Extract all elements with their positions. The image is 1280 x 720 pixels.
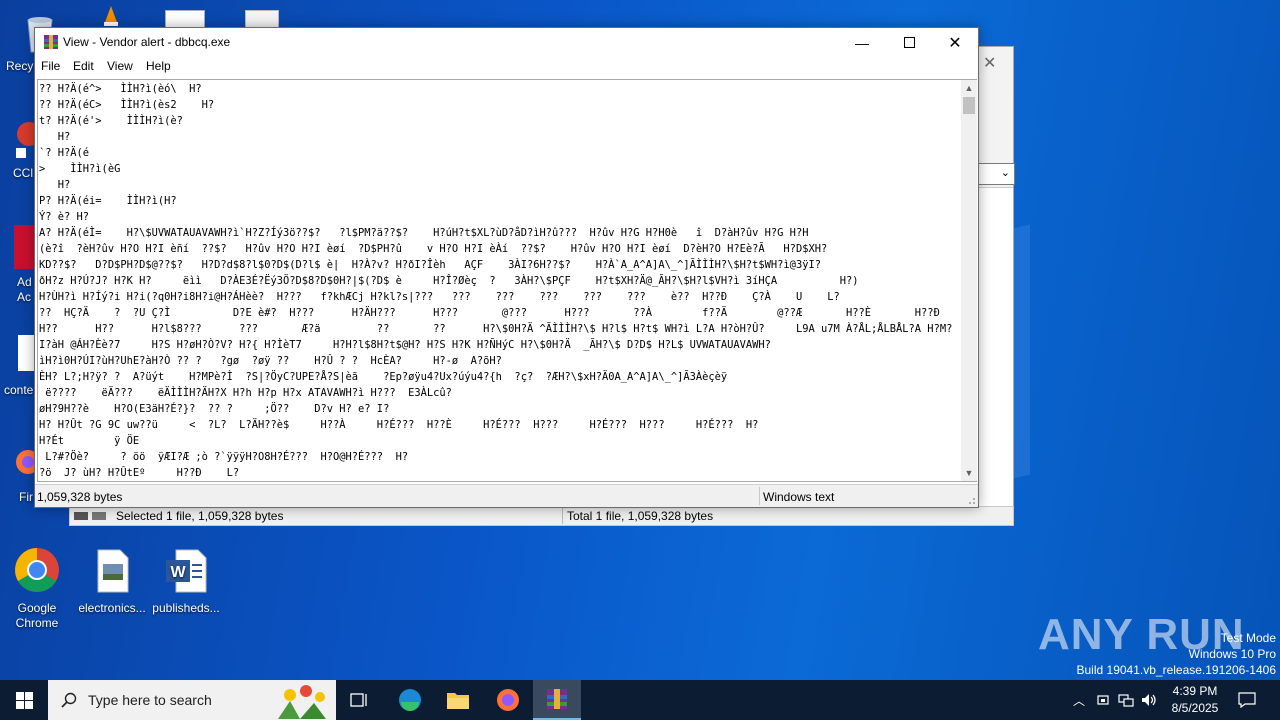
text-view-area[interactable]: ?? H?Ä(é^> ÌÌH?ì(èó\ H? ?? H?Ä(éC> ÌÌH?ì… (37, 79, 963, 482)
scroll-down-arrow-icon[interactable]: ▼ (961, 465, 977, 481)
conte-label: conte (4, 383, 34, 397)
menu-view[interactable]: View (107, 59, 133, 73)
windows-edition-line: Windows 10 Pro (1188, 647, 1276, 661)
window-title: View - Vendor alert - dbbcq.exe (63, 35, 231, 49)
file-size-text: 1,059,328 bytes (37, 490, 123, 504)
word-document-icon: W (166, 549, 207, 593)
volume-button[interactable] (1138, 680, 1160, 720)
resize-grip-icon[interactable] (966, 495, 976, 505)
test-mode-line: Test Mode (1220, 631, 1276, 645)
firefox-icon (497, 689, 519, 711)
taskbar-edge-button[interactable] (386, 680, 434, 720)
windows-logo-icon (15, 691, 33, 709)
usb-device-icon (1097, 695, 1109, 705)
menu-edit[interactable]: Edit (73, 59, 94, 73)
taskbar-firefox-button[interactable] (484, 680, 532, 720)
total-files-text: Total 1 file, 1,059,328 bytes (567, 509, 714, 523)
vlc-icon[interactable] (100, 5, 122, 27)
electronics-file-shortcut[interactable]: electronics... (72, 546, 152, 616)
menu-bar: File Edit View Help (35, 57, 978, 77)
search-placeholder: Type here to search (88, 692, 212, 708)
background-status-bar: Selected 1 file, 1,059,328 bytes Total 1… (69, 506, 1014, 526)
maximize-icon (903, 37, 915, 48)
svg-text:W: W (170, 564, 186, 581)
close-icon: ✕ (948, 34, 962, 52)
search-icon (61, 692, 77, 708)
firefox-desktop-label: Fir (19, 490, 33, 504)
search-highlight-flowers-icon (278, 685, 326, 719)
taskbar-clock[interactable]: 4:39 PM 8/5/2025 (1160, 683, 1230, 717)
taskbar-winrar-button[interactable] (533, 680, 581, 720)
notification-icon (1238, 692, 1256, 708)
google-chrome-shortcut[interactable]: Google Chrome (0, 546, 77, 631)
show-hidden-icons-button[interactable]: ︿ (1068, 680, 1090, 720)
build-line: Build 19041.vb_release.191206-1406 (1076, 663, 1277, 677)
taskbar-file-explorer-button[interactable] (434, 680, 482, 720)
clock-date: 8/5/2025 (1171, 701, 1219, 715)
chrome-icon (15, 548, 59, 592)
file-content-text: ?? H?Ä(é^> ÌÌH?ì(èó\ H? ?? H?Ä(éC> ÌÌH?ì… (39, 83, 953, 479)
speaker-icon (1142, 694, 1156, 706)
minimize-icon: — (855, 34, 869, 51)
word-doc-icon-top[interactable] (165, 10, 205, 28)
task-view-icon (350, 693, 367, 707)
taskbar: Type here to search ︿ 4:39 PM 8/5/2025 (0, 680, 1280, 720)
recycle-bin-label: Recy (6, 59, 34, 73)
task-view-button[interactable] (336, 680, 384, 720)
doc-icon-top[interactable] (245, 10, 279, 28)
tray-device-button[interactable] (1092, 680, 1114, 720)
network-icon (1118, 694, 1134, 707)
maximize-button[interactable] (886, 28, 932, 57)
close-button[interactable]: ✕ (932, 28, 978, 57)
folder-icon (447, 693, 469, 709)
minimize-button[interactable]: — (839, 28, 885, 57)
notifications-button[interactable] (1234, 680, 1260, 720)
encoding-text: Windows text (763, 490, 835, 504)
selected-files-text: Selected 1 file, 1,059,328 bytes (116, 509, 284, 523)
status-bar: 1,059,328 bytes Windows text (35, 484, 978, 507)
menu-help[interactable]: Help (146, 59, 171, 73)
image-file-icon (97, 549, 129, 593)
chevron-down-icon: ⌄ (1000, 167, 1010, 179)
taskbar-search-box[interactable]: Type here to search (48, 680, 336, 720)
vertical-scrollbar[interactable]: ▲ ▼ (961, 79, 977, 482)
chevron-up-icon: ︿ (1072, 693, 1085, 708)
network-button[interactable] (1115, 680, 1137, 720)
chrome-label: Google Chrome (15, 601, 59, 630)
winrar-app-icon (44, 35, 58, 49)
electronics-label: electronics... (78, 601, 146, 615)
title-bar[interactable]: View - Vendor alert - dbbcq.exe — ✕ (35, 28, 978, 57)
edge-icon (399, 689, 421, 711)
drive-icon (74, 512, 106, 520)
ccleaner-label: CCl (13, 166, 33, 180)
menu-file[interactable]: File (41, 59, 60, 73)
scroll-up-arrow-icon[interactable]: ▲ (961, 80, 977, 96)
scroll-thumb[interactable] (963, 97, 975, 114)
start-button[interactable] (0, 680, 48, 720)
clock-time: 4:39 PM (1172, 684, 1218, 698)
winrar-icon (547, 689, 567, 709)
publisheds-file-shortcut[interactable]: W publisheds... (146, 546, 226, 616)
close-icon[interactable]: ✕ (983, 53, 996, 73)
background-combo[interactable]: ⌄ (977, 163, 1015, 185)
publisheds-label: publisheds... (152, 601, 220, 615)
test-mode-watermark: Test Mode Windows 10 Pro Build 19041.vb_… (1077, 630, 1277, 678)
viewer-window: View - Vendor alert - dbbcq.exe — ✕ File… (34, 27, 979, 508)
